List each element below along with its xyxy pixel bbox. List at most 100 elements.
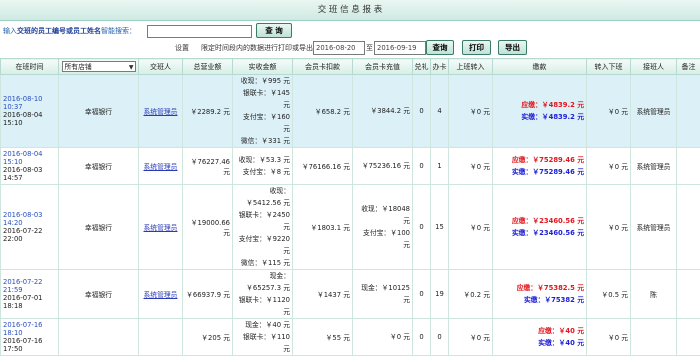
cell-gift: 0 [413, 319, 431, 356]
table-row[interactable]: 2016-08-04 15:102016-08-03 14:57幸福银行系统管理… [1, 148, 700, 185]
col-total-revenue: 总营业额 [183, 59, 233, 75]
due-amount: 应缴：￥75289.46 元 [495, 154, 584, 166]
col-shift-out: 转入下班 [587, 59, 631, 75]
cell-total: ￥76227.46 元 [183, 148, 233, 185]
search-input[interactable] [147, 25, 252, 38]
table-header: 在班时间 所有店铺 ▼ 交班人 总营业额 实收金额 会员卡扣款 会员卡充值 兑礼… [1, 59, 700, 75]
shop-select[interactable]: 所有店铺 ▼ [62, 61, 136, 72]
col-gift: 兑礼 [413, 59, 431, 75]
cell-recharge: 收现：￥18048 元支付宝：￥100 元 [353, 185, 413, 270]
cell-card: 15 [431, 185, 449, 270]
cell-card: 19 [431, 270, 449, 319]
cell-shift-in: ￥0 元 [449, 148, 493, 185]
cell-receiver [631, 319, 677, 356]
cell-total: ￥205 元 [183, 319, 233, 356]
due-amount: 应缴：￥75382.5 元 [495, 282, 584, 294]
cell-shop: 幸福银行 [59, 185, 139, 270]
cell-receiver: 陈 [631, 270, 677, 319]
time-end: 2016-08-04 15:10 [3, 111, 56, 127]
collection-line: 微信：￥115 元 [235, 257, 290, 269]
query-button[interactable]: 查询 [426, 40, 454, 55]
paid-amount: 实缴：￥23460.56 元 [495, 227, 584, 239]
cell-deduct: ￥1437 元 [293, 270, 353, 319]
cell-deduct: ￥1803.1 元 [293, 185, 353, 270]
collection-line: 银联卡：￥145 元 [235, 87, 290, 111]
settings-label: 设置 [175, 41, 189, 55]
cell-shop: 幸福银行 [59, 270, 139, 319]
cell-recharge: 现金：￥10125 元 [353, 270, 413, 319]
handover-link[interactable]: 系统管理员 [144, 163, 178, 171]
paid-amount: 实缴：￥75289.46 元 [495, 166, 584, 178]
due-amount: 应缴：￥23460.56 元 [495, 215, 584, 227]
cell-collection: 现金：￥65257.3 元银联卡：￥1120 元 [233, 270, 293, 319]
search-label-prefix: 输入 [3, 27, 17, 35]
table-row[interactable]: 2016-07-16 18:102016-07-16 17:50 ￥205 元现金… [1, 319, 700, 356]
handover-link[interactable]: 系统管理员 [144, 224, 178, 232]
cell-gift: 0 [413, 270, 431, 319]
time-end: 2016-07-16 17:50 [3, 337, 56, 353]
table-row[interactable]: 2016-08-10 10:372016-08-04 15:10幸福银行系统管理… [1, 75, 700, 148]
time-end: 2016-07-22 22:00 [3, 227, 56, 243]
range-text: 限定时间段内的数据进行打印或导出 [201, 41, 313, 55]
print-button[interactable]: 打印 [462, 40, 491, 55]
cell-total: ￥66937.9 元 [183, 270, 233, 319]
col-shift-in: 上班转入 [449, 59, 493, 75]
cell-remark [677, 270, 700, 319]
cell-collection: 现金：￥40 元银联卡：￥110 元 [233, 319, 293, 356]
time-start: 2016-07-16 18:10 [3, 321, 56, 337]
cell-remark [677, 148, 700, 185]
time-start: 2016-07-22 21:59 [3, 278, 56, 294]
collection-line: 收现：￥995 元 [235, 75, 290, 87]
cell-collection: 收现：￥5412.56 元银联卡：￥2450 元支付宝：￥9220 元微信：￥1… [233, 185, 293, 270]
cell-collection: 收现：￥53.3 元支付宝：￥8 元 [233, 148, 293, 185]
cell-total: ￥2289.2 元 [183, 75, 233, 148]
time-start: 2016-08-10 10:37 [3, 95, 56, 111]
handover-link[interactable]: 系统管理员 [144, 108, 178, 116]
cell-shift-time: 2016-08-04 15:102016-08-03 14:57 [1, 148, 59, 185]
search-label: 输入交班的员工编号或员工姓名智能搜索： [3, 24, 136, 38]
cell-receiver: 系统管理员 [631, 185, 677, 270]
collection-line: 支付宝：￥8 元 [235, 166, 290, 178]
time-end: 2016-08-03 14:57 [3, 166, 56, 182]
col-shift-time: 在班时间 [1, 59, 59, 75]
cell-total: ￥19000.66 元 [183, 185, 233, 270]
cell-gift: 0 [413, 185, 431, 270]
handover-table: 在班时间 所有店铺 ▼ 交班人 总营业额 实收金额 会员卡扣款 会员卡充值 兑礼… [0, 58, 700, 356]
collection-line: 银联卡：￥2450 元 [235, 209, 290, 233]
paid-amount: 实缴：￥4839.2 元 [495, 111, 584, 123]
date-from-input[interactable]: 2016-08-20 [313, 41, 365, 55]
handover-link[interactable]: 系统管理员 [144, 291, 178, 299]
date-to-separator: 至 [366, 41, 373, 55]
cell-remark [677, 185, 700, 270]
collection-line: 现金：￥40 元 [235, 319, 290, 331]
cell-gift: 0 [413, 148, 431, 185]
date-to-input[interactable]: 2016-09-19 [374, 41, 426, 55]
cell-shift-in: ￥0 元 [449, 185, 493, 270]
cell-recharge: ￥75236.16 元 [353, 148, 413, 185]
time-start: 2016-08-04 15:10 [3, 150, 56, 166]
chevron-down-icon: ▼ [129, 62, 134, 73]
recharge-line: 收现：￥18048 元 [355, 203, 410, 227]
cell-shift-out: ￥0 元 [587, 148, 631, 185]
cell-shift-time: 2016-08-10 10:372016-08-04 15:10 [1, 75, 59, 148]
col-member-card-deduct: 会员卡扣款 [293, 59, 353, 75]
recharge-line: 现金：￥10125 元 [355, 282, 410, 306]
col-card: 办卡 [431, 59, 449, 75]
search-button[interactable]: 查 询 [256, 23, 292, 38]
recharge-line: ￥75236.16 元 [355, 160, 410, 172]
cell-gift: 0 [413, 75, 431, 148]
export-button[interactable]: 导出 [498, 40, 527, 55]
paid-amount: 实缴：￥75382 元 [495, 294, 584, 306]
collection-line: 微信：￥331 元 [235, 135, 290, 147]
table-row[interactable]: 2016-07-22 21:592016-07-01 18:18幸福银行系统管理… [1, 270, 700, 319]
table-row[interactable]: 2016-08-03 14:202016-07-22 22:00幸福银行系统管理… [1, 185, 700, 270]
cell-handover: 系统管理员 [139, 185, 183, 270]
collection-line: 支付宝：￥160 元 [235, 111, 290, 135]
recharge-line: 支付宝：￥100 元 [355, 227, 410, 251]
recharge-line: ￥3844.2 元 [355, 105, 410, 117]
cell-collection: 收现：￥995 元银联卡：￥145 元支付宝：￥160 元微信：￥331 元 [233, 75, 293, 148]
collection-line: 收现：￥53.3 元 [235, 154, 290, 166]
col-payable: 缴款 [493, 59, 587, 75]
cell-card: 4 [431, 75, 449, 148]
due-amount: 应缴：￥40 元 [495, 325, 584, 337]
